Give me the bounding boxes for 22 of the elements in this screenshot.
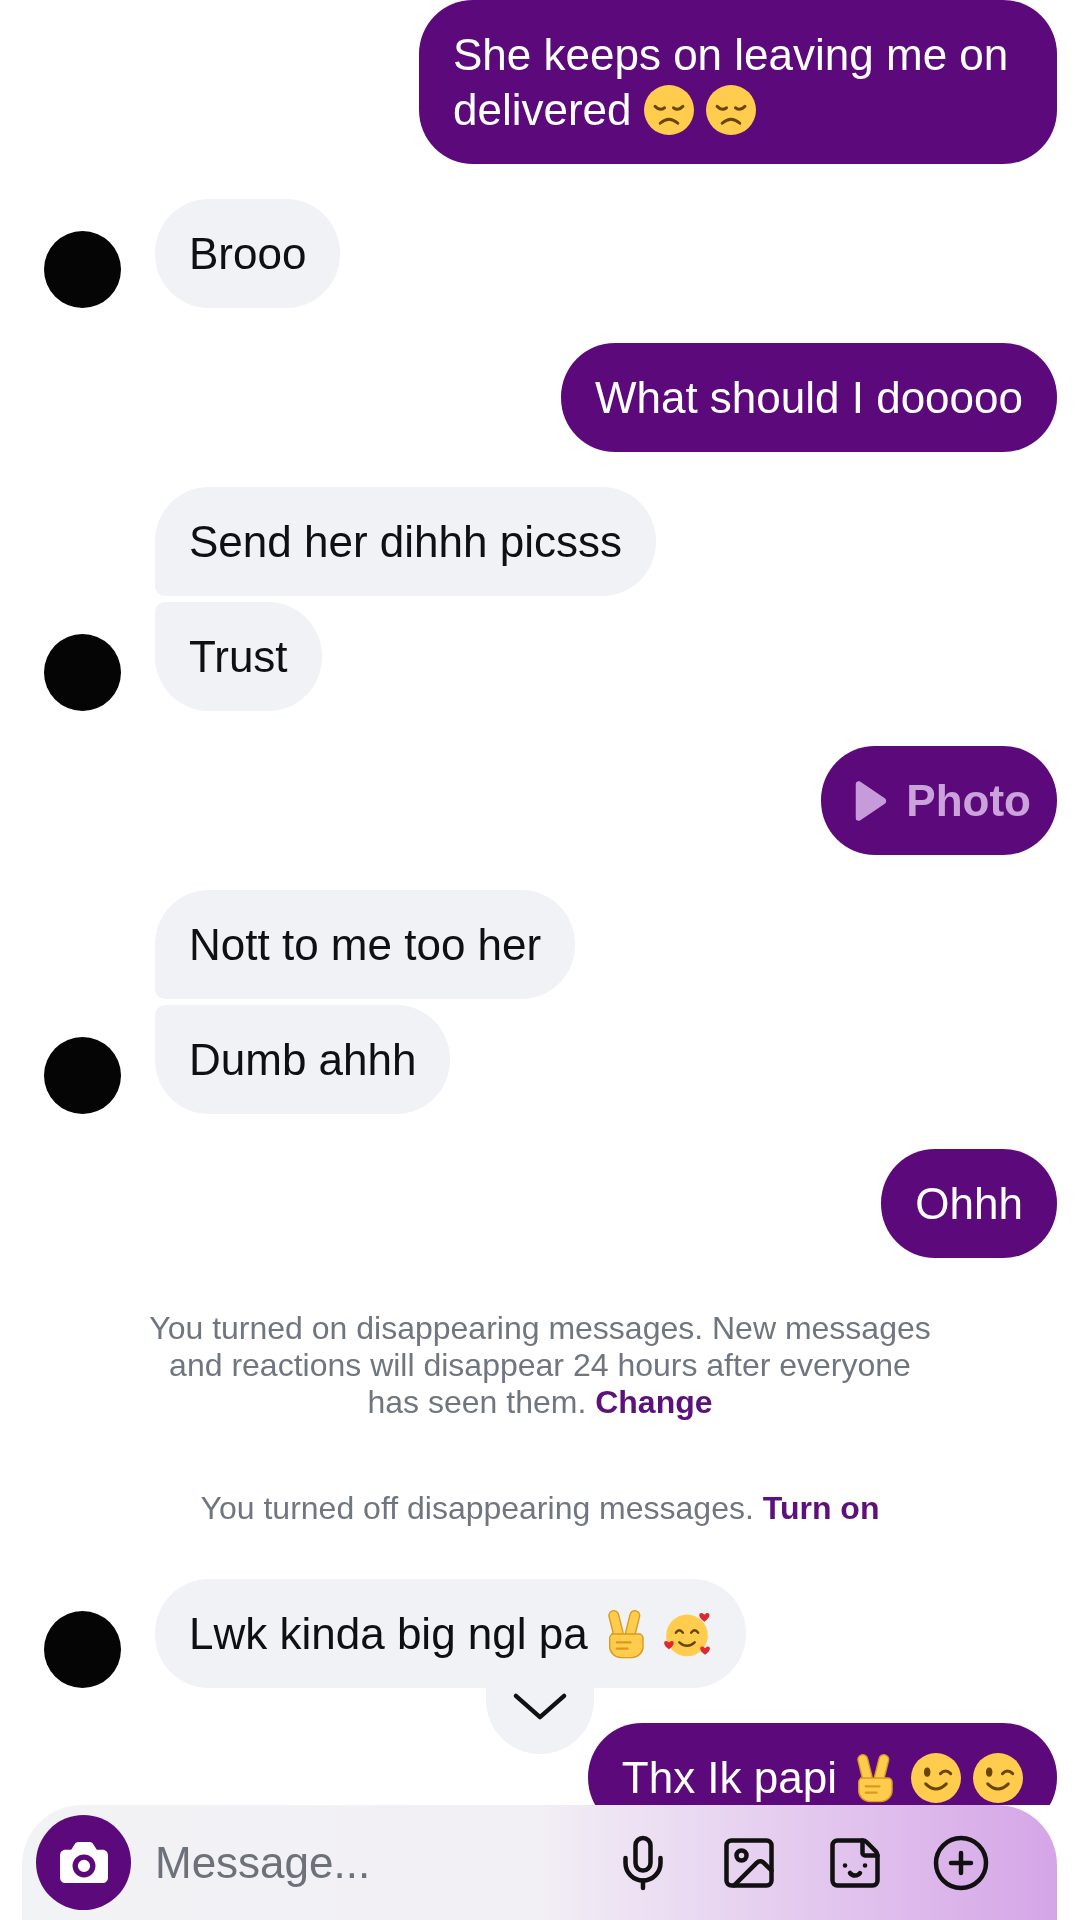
notice-link[interactable]: Change [595, 1384, 713, 1420]
sad-face-icon [705, 85, 756, 135]
message-bubble: Brooo [155, 199, 341, 308]
system-notice: You turned off disappearing messages. Turn on [199, 1490, 881, 1527]
message-bubble: Nott to me too her [155, 890, 576, 999]
message-bubble: Dumb ahhh [155, 1005, 451, 1114]
camera-icon [59, 1842, 108, 1883]
message-bubble: Trust [155, 602, 322, 711]
message-text: Lwk kinda big ngl pa [189, 1609, 712, 1658]
message-bubble: Send her dihhh picsss [155, 487, 656, 596]
winking-face-icon [973, 1753, 1023, 1803]
sad-face-icon [643, 85, 694, 135]
play-icon [855, 780, 888, 821]
notice-link[interactable]: Turn on [762, 1490, 880, 1526]
message-text: Thx Ik papi [621, 1753, 1023, 1802]
photo-message-button[interactable]: Photo [821, 746, 1057, 855]
chevron-down-icon [512, 1692, 568, 1721]
message-input[interactable]: Message... [155, 1832, 593, 1893]
winking-face-icon [911, 1753, 961, 1803]
system-notice: You turned on disappearing messages. New messages and reactions will disappear 24 hours after everyone has seen them. Change [148, 1310, 932, 1421]
message-bubble: What should I dooooo [560, 343, 1057, 452]
message-bubble: Ohhh [881, 1149, 1057, 1258]
